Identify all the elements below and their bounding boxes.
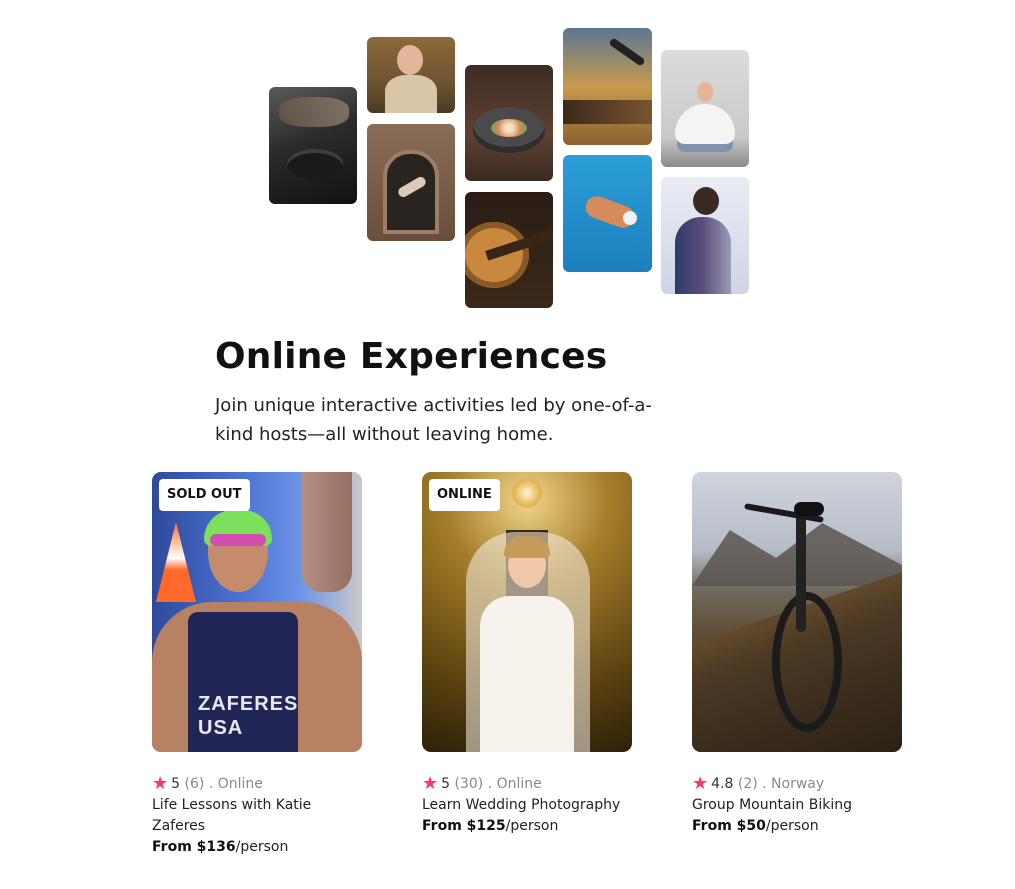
rating-row: ★ 5 (30) . Online <box>422 774 632 794</box>
location: . Norway <box>762 776 825 792</box>
experience-card[interactable]: ONLINE ★ 5 (30) . Online Learn Wedding P… <box>422 472 632 837</box>
experience-photo[interactable]: ZAFERES USA SOLD OUT <box>152 472 362 752</box>
rating-row: ★ 4.8 (2) . Norway <box>692 774 902 794</box>
star-icon: ★ <box>422 773 439 794</box>
cooking-photo <box>269 87 357 204</box>
price-unit: /person <box>765 818 819 834</box>
location: . Online <box>208 776 263 792</box>
yoga-photo <box>661 50 749 167</box>
experience-card[interactable]: ★ 4.8 (2) . Norway Group Mountain Biking… <box>692 472 902 837</box>
star-icon: ★ <box>692 773 709 794</box>
price-unit: /person <box>505 818 559 834</box>
experience-title[interactable]: Learn Wedding Photography <box>422 795 632 816</box>
status-badge: ONLINE <box>429 479 500 511</box>
section-title: Online Experiences <box>215 336 608 377</box>
doorway-dancer-photo <box>367 124 455 241</box>
review-count: (2) <box>737 776 758 792</box>
price-amount: From $136 <box>152 839 236 855</box>
status-badge: SOLD OUT <box>159 479 250 511</box>
price-amount: From $125 <box>422 818 506 834</box>
section-subtitle: Join unique interactive activities led b… <box>215 395 652 445</box>
location: . Online <box>487 776 542 792</box>
price-unit: /person <box>235 839 289 855</box>
guitar-photo <box>465 192 553 308</box>
rating-value: 5 <box>441 776 451 792</box>
price: From $50/person <box>692 816 902 837</box>
rating-value: 4.8 <box>711 776 734 792</box>
price-amount: From $50 <box>692 818 766 834</box>
experience-title[interactable]: Group Mountain Biking <box>692 795 902 816</box>
food-bowl-photo <box>465 65 553 181</box>
singer-photo <box>661 177 749 294</box>
swimsuit-print: ZAFERES USA <box>198 693 299 739</box>
experience-photo[interactable] <box>692 472 902 752</box>
price: From $136/person <box>152 837 362 858</box>
review-count: (6) <box>184 776 205 792</box>
microphone-photo <box>563 28 652 145</box>
experience-photo[interactable]: ONLINE <box>422 472 632 752</box>
swimmer-pool-photo <box>563 155 652 272</box>
review-count: (30) <box>454 776 484 792</box>
star-icon: ★ <box>152 773 169 794</box>
woman-portrait-photo <box>367 37 455 113</box>
price: From $125/person <box>422 816 632 837</box>
rating-row: ★ 5 (6) . Online <box>152 774 362 794</box>
experience-card[interactable]: ZAFERES USA SOLD OUT ★ 5 (6) . Online Li… <box>152 472 362 858</box>
experience-title[interactable]: Life Lessons with Katie Zaferes <box>152 795 362 837</box>
rating-value: 5 <box>171 776 181 792</box>
